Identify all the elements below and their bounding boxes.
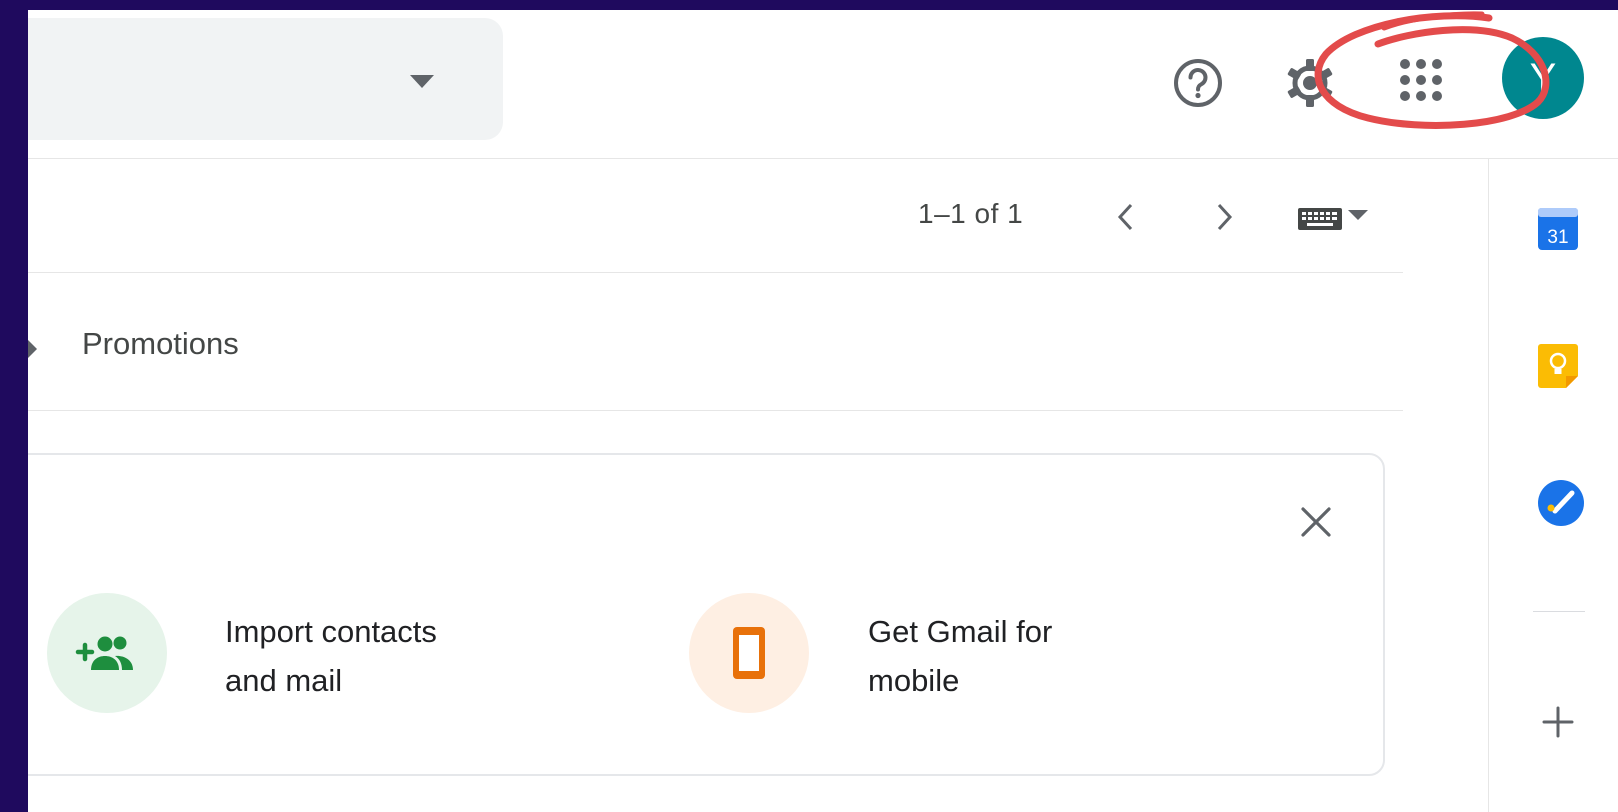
tab-arrow-icon	[28, 338, 37, 360]
get-gmail-mobile-line-1: Get Gmail for	[868, 614, 1053, 649]
get-gmail-mobile-button[interactable]	[689, 593, 809, 713]
avatar-initial: Y	[1529, 55, 1557, 100]
import-contacts-line-1: Import contacts	[225, 614, 437, 649]
get-gmail-mobile-label[interactable]: Get Gmail for mobile	[868, 607, 1052, 705]
gmail-window: Y 31 1–1 of 1 Promotions Import contacts…	[28, 10, 1618, 812]
import-contacts-line-2: and mail	[225, 663, 343, 698]
tab-promotions[interactable]: Promotions	[82, 326, 239, 362]
toolbar-divider	[28, 272, 1403, 273]
chevron-left-icon[interactable]	[1114, 202, 1138, 237]
close-icon[interactable]	[1300, 506, 1332, 543]
pagination-count: 1–1 of 1	[918, 198, 1024, 229]
side-panel-divider	[1533, 611, 1585, 612]
import-contacts-label[interactable]: Import contacts and mail	[225, 607, 437, 705]
account-avatar[interactable]: Y	[1502, 37, 1584, 119]
tab-divider	[28, 410, 1403, 411]
calendar-day-number: 31	[1547, 227, 1568, 248]
add-icon[interactable]	[1542, 706, 1574, 743]
tasks-icon[interactable]	[1538, 480, 1584, 531]
import-contacts-button[interactable]	[47, 593, 167, 713]
input-tools-dropdown-icon[interactable]	[1348, 210, 1368, 220]
help-icon[interactable]	[1170, 55, 1226, 116]
keyboard-icon[interactable]	[1298, 208, 1342, 235]
add-people-icon	[75, 636, 133, 670]
settings-icon[interactable]	[1282, 55, 1338, 116]
side-panel-border	[1488, 159, 1489, 812]
phone-icon	[733, 627, 765, 679]
search-bar[interactable]	[28, 18, 503, 140]
search-options-dropdown-icon[interactable]	[410, 75, 434, 88]
keep-icon[interactable]	[1538, 344, 1578, 393]
get-gmail-mobile-line-2: mobile	[868, 663, 960, 698]
chevron-right-icon[interactable]	[1212, 202, 1236, 237]
apps-grid-icon[interactable]	[1398, 57, 1444, 108]
header-divider	[28, 158, 1618, 159]
calendar-icon[interactable]: 31	[1538, 206, 1578, 255]
